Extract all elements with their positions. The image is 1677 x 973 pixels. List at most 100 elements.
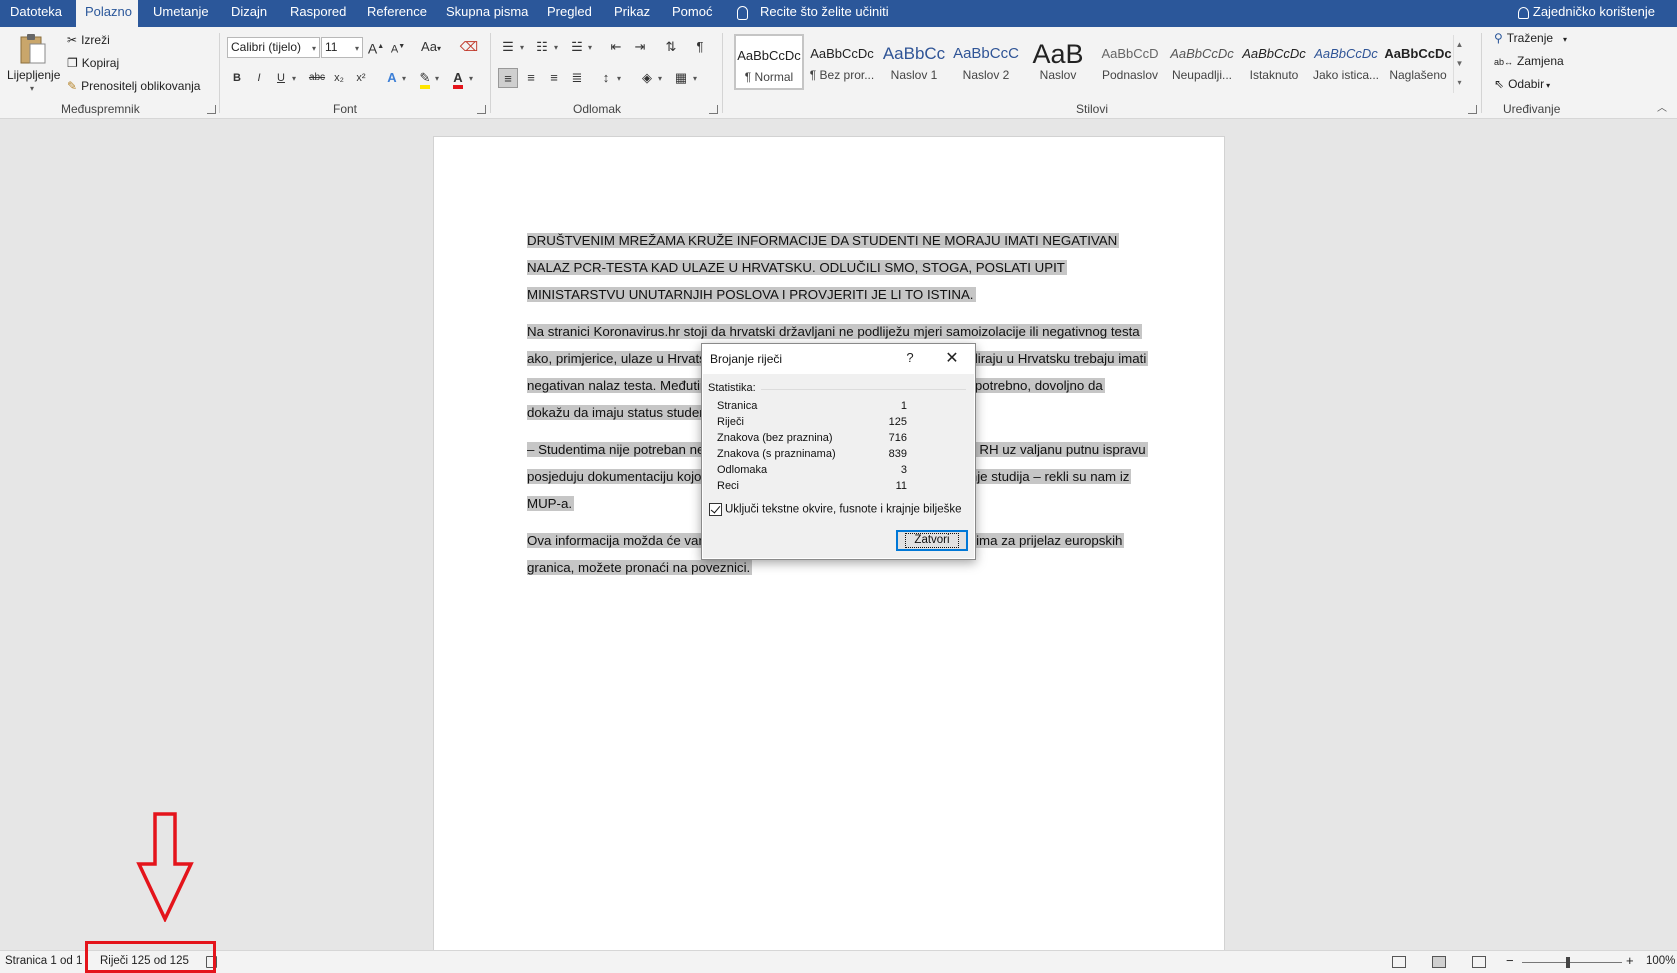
font-color-icon[interactable]: A — [448, 68, 468, 89]
close-button[interactable]: Zatvori — [896, 530, 968, 551]
tab-review[interactable]: Pregled — [543, 0, 596, 27]
style-name: Neupadlji... — [1171, 68, 1233, 82]
multilevel-list-icon[interactable]: ☱ — [567, 37, 587, 57]
font-color-dropdown-icon[interactable]: ▾ — [469, 74, 473, 83]
chevron-down-icon[interactable]: ▼ — [1454, 54, 1465, 73]
page-indicator[interactable]: Stranica 1 od 1 — [5, 955, 82, 967]
shading-icon[interactable]: ◈ — [637, 68, 657, 88]
checkbox-checked-icon[interactable] — [709, 503, 722, 516]
style-title[interactable]: AaB Naslov — [1023, 34, 1093, 90]
tab-references[interactable]: Reference — [363, 0, 431, 27]
more-styles-icon[interactable]: ▾ — [1454, 73, 1465, 92]
style-normal[interactable]: AaBbCcDc ¶ Normal — [734, 34, 804, 90]
clear-formatting-icon[interactable]: ⌫ — [459, 37, 479, 57]
style-heading-1[interactable]: AaBbCc Naslov 1 — [879, 34, 949, 90]
tab-design[interactable]: Dizajn — [227, 0, 271, 27]
italic-button[interactable]: I — [249, 68, 269, 88]
style-emphasis[interactable]: AaBbCcDc Istaknuto — [1239, 34, 1309, 90]
stat-row-pages: Stranica 1 — [717, 400, 907, 416]
format-painter-button[interactable]: ✎ Prenositelj oblikovanja — [67, 79, 200, 93]
style-heading-2[interactable]: AaBbCcC Naslov 2 — [951, 34, 1021, 90]
select-button[interactable]: ⇖ Odabir ▾ — [1494, 77, 1550, 91]
paragraph[interactable]: DRUŠTVENIM MREŽAMA KRUŽE INFORMACIJE DA … — [527, 227, 1147, 308]
clipboard-launcher-icon[interactable] — [207, 105, 216, 114]
align-center-icon[interactable]: ≡ — [521, 68, 541, 88]
sort-icon[interactable]: ⇅ — [661, 37, 681, 57]
style-sample: AaBbCcDc — [1170, 46, 1234, 61]
styles-scroll[interactable]: ▲ ▼ ▾ — [1453, 35, 1465, 93]
cut-button[interactable]: ✂ Izreži — [67, 33, 110, 47]
collapse-ribbon-icon[interactable]: ︿ — [1657, 99, 1667, 114]
zoom-slider[interactable] — [1522, 962, 1622, 963]
numbering-icon[interactable]: ☷ — [532, 37, 552, 57]
line-spacing-dropdown-icon[interactable]: ▾ — [617, 74, 621, 83]
paste-dropdown-icon[interactable]: ▾ — [30, 84, 34, 93]
style-subtle-emphasis[interactable]: AaBbCcDc Neupadlji... — [1167, 34, 1237, 90]
tab-file[interactable]: Datoteka — [6, 0, 66, 27]
tab-home[interactable]: Polazno — [76, 0, 138, 27]
close-icon[interactable]: ✕ — [942, 348, 962, 368]
copy-button[interactable]: ❐ Kopiraj — [67, 56, 119, 70]
tell-me-search[interactable]: Recite što želite učiniti — [737, 0, 889, 27]
print-layout-icon[interactable] — [1432, 956, 1446, 968]
zoom-in-icon[interactable]: + — [1626, 953, 1634, 968]
zoom-out-icon[interactable]: − — [1506, 953, 1514, 968]
highlight-color-icon[interactable]: ✎ — [415, 68, 435, 89]
styles-launcher-icon[interactable] — [1468, 105, 1477, 114]
shrink-font-button[interactable]: A▼ — [388, 37, 408, 57]
chevron-up-icon[interactable]: ▲ — [1454, 35, 1465, 54]
borders-dropdown-icon[interactable]: ▾ — [693, 74, 697, 83]
underline-dropdown-icon[interactable]: ▾ — [292, 74, 296, 83]
find-button[interactable]: ⚲ Traženje ▾ — [1494, 31, 1567, 45]
change-case-button[interactable]: Aa▾ — [418, 37, 444, 57]
align-right-icon[interactable]: ≡ — [544, 68, 564, 88]
font-size-select[interactable]: 11 ▾ — [321, 37, 363, 58]
help-button[interactable]: ? — [902, 350, 918, 365]
borders-icon[interactable]: ▦ — [671, 68, 691, 88]
numbering-dropdown-icon[interactable]: ▾ — [554, 43, 558, 52]
justify-icon[interactable]: ≣ — [567, 68, 587, 88]
align-left-icon[interactable]: ≡ — [498, 68, 518, 88]
style-intense-emphasis[interactable]: AaBbCcDc Jako istica... — [1311, 34, 1381, 90]
share-button[interactable]: Zajedničko korištenje — [1517, 0, 1655, 27]
tab-view[interactable]: Prikaz — [610, 0, 654, 27]
paste-button[interactable]: Lijepljenje — [7, 68, 60, 82]
font-launcher-icon[interactable] — [477, 105, 486, 114]
grow-font-button[interactable]: A▲ — [366, 37, 386, 57]
styles-gallery: AaBbCcDc ¶ Normal AaBbCcDc ¶ Bez pror... A… — [730, 34, 1453, 94]
shading-dropdown-icon[interactable]: ▾ — [658, 74, 662, 83]
font-family-select[interactable]: Calibri (tijelo) ▾ — [227, 37, 320, 58]
tab-help[interactable]: Pomoć — [668, 0, 716, 27]
tab-insert[interactable]: Umetanje — [149, 0, 213, 27]
multilevel-dropdown-icon[interactable]: ▾ — [588, 43, 592, 52]
tab-mailings[interactable]: Skupna pisma — [442, 0, 532, 27]
paste-icon[interactable] — [18, 33, 52, 65]
bullets-dropdown-icon[interactable]: ▾ — [520, 43, 524, 52]
web-layout-icon[interactable] — [1472, 956, 1486, 968]
include-textboxes-checkbox[interactable]: Uključi tekstne okvire, fusnote i krajnj… — [709, 503, 962, 516]
line-spacing-icon[interactable]: ↕ — [596, 68, 616, 88]
text-effects-icon[interactable]: A — [382, 68, 402, 88]
underline-button[interactable]: U — [271, 68, 291, 88]
subscript-button[interactable]: x₂ — [329, 68, 349, 88]
read-mode-icon[interactable] — [1392, 956, 1406, 968]
replace-label: Zamjena — [1517, 54, 1564, 68]
replace-button[interactable]: ab↔ Zamjena — [1494, 54, 1564, 68]
superscript-button[interactable]: x² — [351, 68, 371, 88]
strikethrough-button[interactable]: abc — [305, 68, 329, 88]
bullets-icon[interactable]: ☰ — [498, 37, 518, 57]
style-no-spacing[interactable]: AaBbCcDc ¶ Bez pror... — [807, 34, 877, 90]
paragraph-launcher-icon[interactable] — [709, 105, 718, 114]
style-subtitle[interactable]: AaBbCcD Podnaslov — [1095, 34, 1165, 90]
show-marks-icon[interactable]: ¶ — [690, 37, 710, 57]
tab-layout[interactable]: Raspored — [286, 0, 350, 27]
decrease-indent-icon[interactable]: ⇤ — [606, 37, 626, 57]
zoom-slider-thumb[interactable] — [1566, 957, 1570, 968]
zoom-level[interactable]: 100% — [1646, 955, 1675, 967]
increase-indent-icon[interactable]: ⇥ — [630, 37, 650, 57]
stat-label: Reci — [717, 480, 740, 492]
style-strong[interactable]: AaBbCcDc Naglašeno — [1383, 34, 1453, 90]
bold-button[interactable]: B — [227, 68, 247, 88]
text-effects-dropdown-icon[interactable]: ▾ — [402, 74, 406, 83]
highlight-dropdown-icon[interactable]: ▾ — [435, 74, 439, 83]
